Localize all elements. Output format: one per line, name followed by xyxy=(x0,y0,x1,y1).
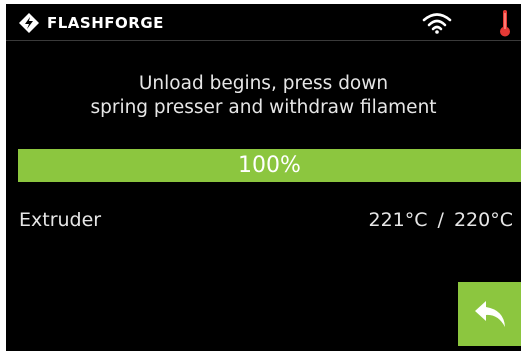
brand-logo: FLASHFORGE xyxy=(19,12,164,34)
flashforge-logo-icon xyxy=(19,13,39,33)
extruder-label: Extruder xyxy=(19,209,102,231)
back-button[interactable] xyxy=(458,282,521,346)
extruder-target-temp: 220°C xyxy=(453,209,513,231)
message-line-1: Unload begins, press down xyxy=(138,73,389,94)
wifi-icon[interactable] xyxy=(422,12,452,34)
progress-bar: 100% xyxy=(18,149,521,182)
top-bar: FLASHFORGE xyxy=(6,4,521,41)
brand-name: FLASHFORGE xyxy=(47,14,164,32)
progress-label: 100% xyxy=(238,153,301,178)
extruder-temperature: 221°C / 220°C xyxy=(369,209,514,231)
back-arrow-icon xyxy=(474,301,505,327)
temp-separator: / xyxy=(437,209,444,231)
thermometer-icon[interactable] xyxy=(499,9,511,37)
message-line-2: spring presser and withdraw filament xyxy=(90,97,437,118)
printer-screen: FLASHFORGE Unload begins, press down spr… xyxy=(6,4,521,351)
instruction-message: Unload begins, press down spring presser… xyxy=(6,72,521,120)
extruder-current-temp: 221°C xyxy=(368,209,428,231)
